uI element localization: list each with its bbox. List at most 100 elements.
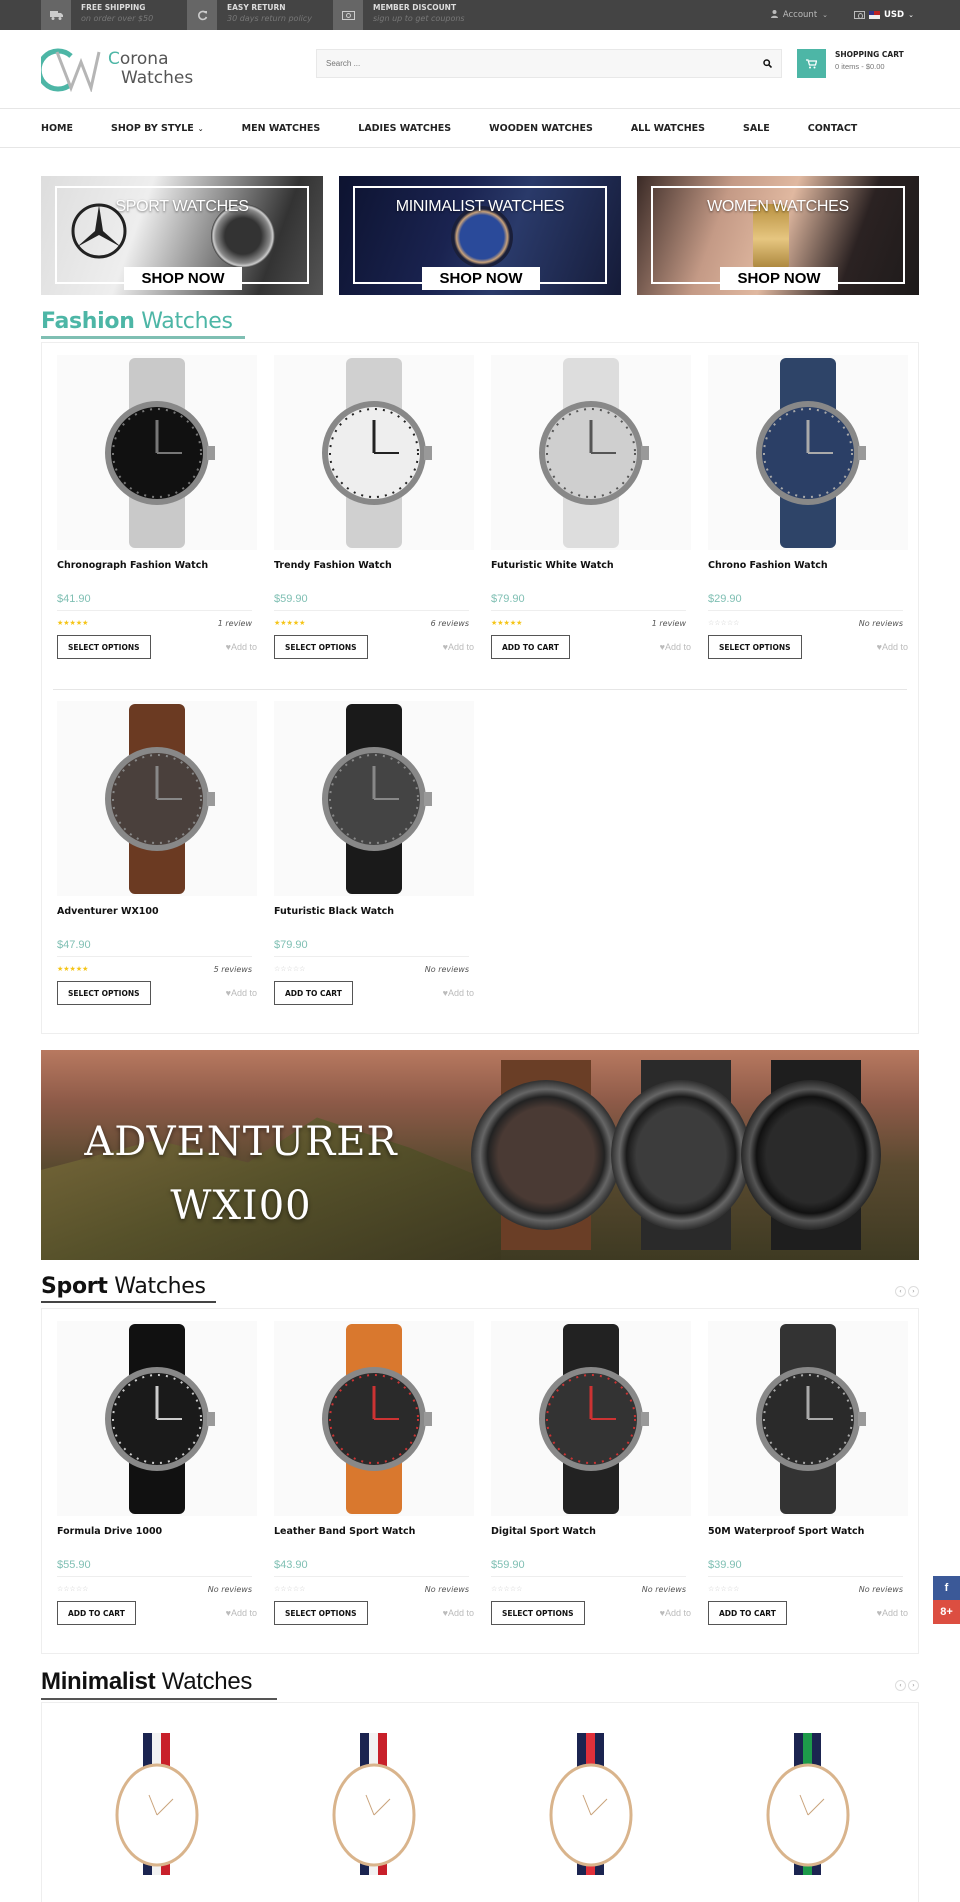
carousel-prev-button[interactable]: ‹ <box>895 1680 906 1691</box>
product-price: $43.90 <box>274 1559 469 1577</box>
nav-ladies-watches[interactable]: LADIES WATCHES <box>358 123 451 134</box>
product-name[interactable]: Chrono Fashion Watch <box>708 560 908 593</box>
nav-contact[interactable]: CONTACT <box>808 123 858 134</box>
product-price: $29.90 <box>708 593 903 611</box>
section-title: Fashion Watches <box>41 309 245 336</box>
nav-men-watches[interactable]: MEN WATCHES <box>242 123 321 134</box>
watch-image <box>105 703 215 894</box>
product-image-link[interactable] <box>57 701 257 896</box>
section-title-bold: Sport <box>41 1274 108 1299</box>
nav-home[interactable]: HOME <box>41 123 73 134</box>
add-to-cart-button[interactable]: ADD TO CART <box>708 1601 787 1625</box>
product-name[interactable]: Trendy Fashion Watch <box>274 560 474 593</box>
product-image-link[interactable] <box>57 355 257 550</box>
logo[interactable]: Corona Watches <box>36 48 194 94</box>
product-price: $41.90 <box>57 593 252 611</box>
product-image-link[interactable] <box>708 1321 908 1516</box>
product-card: Chronograph Fashion Watch $41.90 ★★★★★ 1… <box>57 355 257 659</box>
select-options-button[interactable]: SELECT OPTIONS <box>274 1601 368 1625</box>
product-name[interactable]: Formula Drive 1000 <box>57 1526 257 1559</box>
minimalist-product-image[interactable] <box>274 1715 474 1875</box>
add-to-cart-button[interactable]: ADD TO CART <box>491 635 570 659</box>
banner-minimalist-watches[interactable]: MINIMALIST WATCHES SHOP NOW <box>339 176 621 295</box>
currency-selector[interactable]: USD ⌄ <box>854 10 914 20</box>
product-name[interactable]: Leather Band Sport Watch <box>274 1526 474 1559</box>
shop-now-button[interactable]: SHOP NOW <box>422 267 540 290</box>
select-options-button[interactable]: SELECT OPTIONS <box>274 635 368 659</box>
product-name[interactable]: Futuristic White Watch <box>491 560 691 593</box>
add-to-wishlist-link[interactable]: ♥Add to Wishlist <box>443 1608 474 1618</box>
product-card: Futuristic White Watch $79.90 ★★★★★ 1 re… <box>491 355 691 659</box>
chevron-down-icon: ⌄ <box>197 124 204 133</box>
add-to-wishlist-link[interactable]: ♥Add to Wishlist <box>226 642 257 652</box>
product-image-link[interactable] <box>491 1321 691 1516</box>
review-count: 1 review <box>651 618 686 628</box>
minimalist-product-image[interactable] <box>57 1715 257 1875</box>
carousel-prev-button[interactable]: ‹ <box>895 1286 906 1297</box>
promo-easy-return: EASY RETURN 30 days return policy <box>187 0 322 30</box>
watch-image <box>539 357 649 548</box>
watch-image <box>756 1323 866 1514</box>
promo-subtitle: on order over $50 <box>81 14 154 23</box>
add-to-wishlist-link[interactable]: ♥Add to Wishlist <box>877 642 908 652</box>
product-image-link[interactable] <box>57 1321 257 1516</box>
banner-sport-watches[interactable]: SPORT WATCHES SHOP NOW <box>41 176 323 295</box>
account-menu[interactable]: Account ⌄ <box>770 9 828 21</box>
cart-button[interactable] <box>797 49 826 78</box>
product-image-link[interactable] <box>274 1321 474 1516</box>
promo-subtitle: sign up to get coupons <box>373 14 465 23</box>
section-title-rest: Watches <box>155 1668 253 1695</box>
product-card: Chrono Fashion Watch $29.90 ☆☆☆☆☆ No rev… <box>708 355 908 659</box>
select-options-button[interactable]: SELECT OPTIONS <box>57 635 151 659</box>
product-card: Formula Drive 1000 $55.90 ☆☆☆☆☆ No revie… <box>57 1321 257 1625</box>
logo-line2: Watches <box>121 68 194 88</box>
carousel-next-button[interactable]: › <box>908 1286 919 1297</box>
add-to-wishlist-link[interactable]: ♥Add to Wishlist <box>226 988 257 998</box>
cart-summary[interactable]: SHOPPING CART 0 items - $0.00 <box>835 49 904 73</box>
product-name[interactable]: 50M Waterproof Sport Watch <box>708 1526 908 1559</box>
product-image-link[interactable] <box>274 355 474 550</box>
review-count: No reviews <box>641 1584 686 1594</box>
section-underline <box>41 1698 277 1700</box>
google-plus-share-button[interactable]: 8+ <box>933 1600 960 1624</box>
shop-now-button[interactable]: SHOP NOW <box>720 267 838 290</box>
add-to-cart-button[interactable]: ADD TO CART <box>274 981 353 1005</box>
select-options-button[interactable]: SELECT OPTIONS <box>491 1601 585 1625</box>
carousel-next-button[interactable]: › <box>908 1680 919 1691</box>
nav-wooden-watches[interactable]: WOODEN WATCHES <box>489 123 593 134</box>
shop-now-button[interactable]: SHOP NOW <box>124 267 242 290</box>
add-to-wishlist-link[interactable]: ♥Add to Wishlist <box>443 642 474 652</box>
nav-label: SHOP BY STYLE <box>110 122 194 134</box>
minimalist-product-image[interactable] <box>708 1715 908 1875</box>
add-to-wishlist-link[interactable]: ♥Add to Wishlist <box>660 642 691 652</box>
product-image-link[interactable] <box>274 701 474 896</box>
section-title-rest: Watches <box>107 1274 206 1299</box>
nav-sale[interactable]: SALE <box>743 123 770 134</box>
product-name[interactable]: Futuristic Black Watch <box>274 906 474 939</box>
product-image-link[interactable] <box>491 355 691 550</box>
banner-women-watches[interactable]: WOMEN WATCHES SHOP NOW <box>637 176 919 295</box>
select-options-button[interactable]: SELECT OPTIONS <box>57 981 151 1005</box>
product-image-link[interactable] <box>708 355 908 550</box>
add-to-wishlist-link[interactable]: ♥Add to Wishlist <box>226 1608 257 1618</box>
review-count: No reviews <box>424 964 469 974</box>
nav-shop-by-style[interactable]: SHOP BY STYLE ⌄ <box>111 123 204 134</box>
add-to-cart-button[interactable]: ADD TO CART <box>57 1601 136 1625</box>
product-name[interactable]: Digital Sport Watch <box>491 1526 691 1559</box>
add-to-wishlist-link[interactable]: ♥Add to Wishlist <box>660 1608 691 1618</box>
add-to-wishlist-link[interactable]: ♥Add to Wishlist <box>877 1608 908 1618</box>
promo-line1: ADVENTURER <box>84 1119 398 1165</box>
sport-section-header: Sport Watches <box>41 1274 216 1304</box>
product-price: $55.90 <box>57 1559 252 1577</box>
nav-all-watches[interactable]: ALL WATCHES <box>631 123 705 134</box>
search-input[interactable] <box>317 50 737 77</box>
product-name[interactable]: Chronograph Fashion Watch <box>57 560 257 593</box>
minimalist-product-image[interactable] <box>491 1715 691 1875</box>
select-options-button[interactable]: SELECT OPTIONS <box>708 635 802 659</box>
minimalist-section-header: Minimalist Watches <box>41 1668 277 1700</box>
product-name[interactable]: Adventurer WX100 <box>57 906 257 939</box>
adventurer-promo-banner[interactable]: ADVENTURER WXI00 <box>41 1050 919 1260</box>
facebook-share-button[interactable]: f <box>933 1576 960 1600</box>
search-button[interactable] <box>759 55 775 71</box>
add-to-wishlist-link[interactable]: ♥Add to Wishlist <box>443 988 474 998</box>
